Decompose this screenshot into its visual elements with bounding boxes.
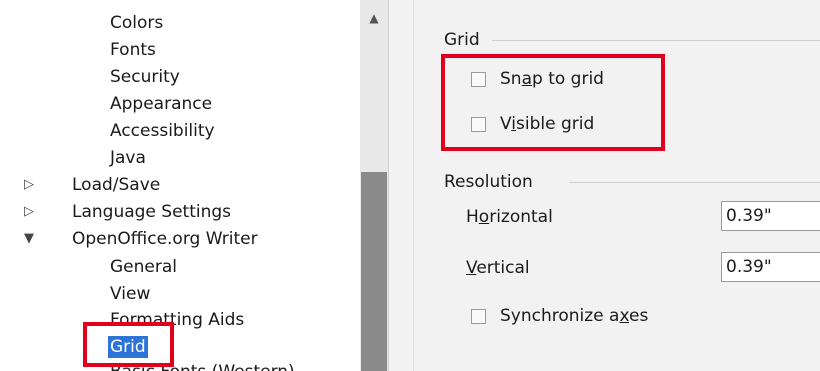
checkbox-box[interactable]: [471, 308, 486, 324]
horizontal-resolution-input[interactable]: 0.39": [721, 201, 820, 231]
grid-section-divider: [492, 40, 820, 41]
tree-item-fonts[interactable]: Fonts: [108, 37, 158, 63]
resolution-section-divider: [569, 182, 820, 183]
snap-to-grid-label: Snap to grid: [500, 69, 604, 89]
vertical-resolution-input[interactable]: 0.39": [721, 252, 820, 282]
scroll-up-arrow-icon[interactable]: ▲: [360, 4, 388, 32]
tree-item-load-save[interactable]: ▷ Load/Save: [24, 172, 162, 198]
horizontal-label: Horizontal: [466, 207, 553, 227]
checkbox-box[interactable]: [471, 116, 486, 132]
tree-item-basic-fonts-western[interactable]: Basic Fonts (Western): [108, 359, 297, 371]
tree-item-general[interactable]: General: [108, 254, 179, 280]
checkbox-box[interactable]: [471, 71, 486, 87]
tree-item-openoffice-writer[interactable]: ▼ OpenOffice.org Writer: [24, 226, 260, 252]
visible-grid-label: Visible grid: [500, 114, 595, 134]
synchronize-axes-label: Synchronize axes: [500, 306, 649, 326]
tree-item-formatting-aids[interactable]: Formatting Aids: [108, 307, 246, 333]
tree-item-java[interactable]: Java: [108, 145, 148, 171]
tree-item-language-settings[interactable]: ▷ Language Settings: [24, 199, 233, 225]
grid-section-title: Grid: [444, 30, 480, 50]
expand-triangle-icon[interactable]: ▷: [22, 199, 36, 225]
tree-item-colors[interactable]: Colors: [108, 10, 165, 36]
expand-triangle-icon[interactable]: ▷: [22, 172, 36, 198]
tree-scrollbar[interactable]: ▲: [360, 0, 388, 371]
tree-item-appearance[interactable]: Appearance: [108, 91, 214, 117]
snap-to-grid-checkbox[interactable]: Snap to grid: [471, 65, 604, 93]
grid-options-pane: Grid Snap to grid Visible grid Resolutio…: [413, 0, 820, 371]
synchronize-axes-checkbox[interactable]: Synchronize axes: [471, 302, 648, 330]
resolution-section-title: Resolution: [444, 172, 533, 192]
options-tree: Colors Fonts Security Appearance Accessi…: [0, 0, 389, 371]
vertical-label: Vertical: [466, 258, 530, 278]
tree-item-accessibility[interactable]: Accessibility: [108, 118, 217, 144]
visible-grid-checkbox[interactable]: Visible grid: [471, 110, 594, 138]
collapse-triangle-icon[interactable]: ▼: [22, 226, 36, 252]
scrollbar-thumb[interactable]: [361, 172, 387, 371]
tree-item-security[interactable]: Security: [108, 64, 182, 90]
tree-item-grid[interactable]: Grid: [108, 334, 148, 360]
tree-item-view[interactable]: View: [108, 281, 152, 307]
